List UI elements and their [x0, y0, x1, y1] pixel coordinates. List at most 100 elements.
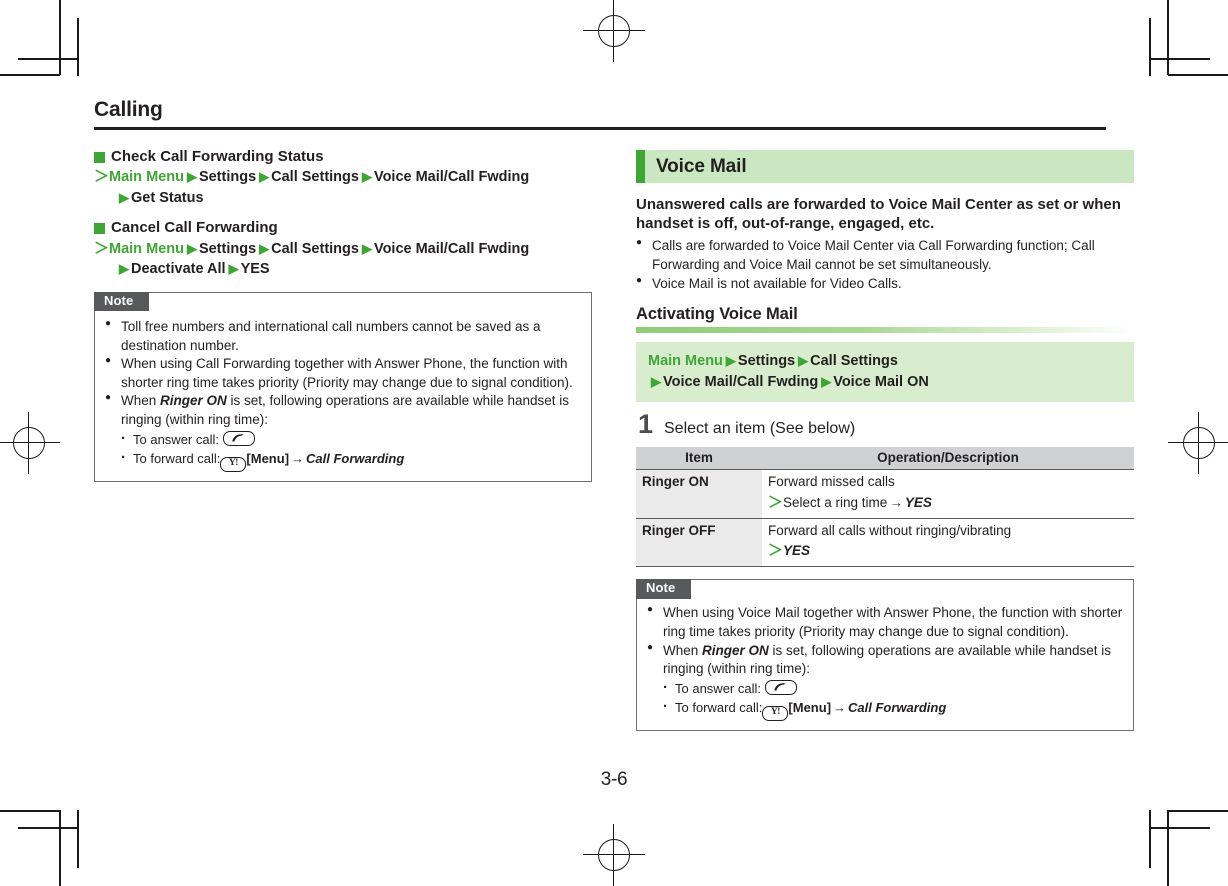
nav-call-settings[interactable]: Call Settings [810, 353, 898, 369]
registration-mark-top [583, 0, 645, 62]
chevron-right-icon: ▶ [361, 240, 372, 256]
note-bullet-ringer-on: When Ringer ON is set, following operati… [647, 641, 1123, 679]
call-key-icon [222, 430, 255, 446]
nav-settings[interactable]: Settings [199, 169, 256, 185]
call-key-icon [764, 679, 797, 695]
crop-mark-bottom-right-v2 [1149, 810, 1151, 868]
registration-mark-right [1168, 412, 1228, 474]
green-square-icon [94, 151, 105, 163]
ringer-on-emphasis: Ringer ON [160, 393, 227, 409]
crop-mark-top-right-v [1167, 0, 1169, 75]
table-cell-description: Forward all calls without ringing/vibrat… [762, 518, 1134, 568]
chevron-right-icon: ▶ [119, 261, 129, 277]
crop-mark-bottom-right-h2 [1150, 827, 1210, 829]
nav-settings[interactable]: Settings [738, 353, 795, 369]
path-start-icon: ＞ [94, 239, 109, 257]
crop-mark-top-left-v [59, 0, 61, 75]
sub-item-label: To forward call: [133, 451, 221, 467]
section-bullet: Voice Mail is not available for Video Ca… [636, 274, 1134, 294]
crop-mark-bottom-right-h [1168, 810, 1228, 812]
chevron-right-icon: ▶ [361, 169, 372, 185]
chevron-right-icon: ▶ [651, 374, 661, 390]
chevron-right-icon: ▶ [119, 189, 129, 205]
sub-item-label: To answer call: [675, 680, 761, 696]
crop-mark-top-left-v2 [77, 18, 79, 76]
note-sub-item-answer: To answer call: [105, 428, 581, 450]
note-bullet: Toll free numbers and international call… [105, 317, 581, 355]
nav-voice-mail-call-fwding[interactable]: Voice Mail/Call Fwding [663, 374, 818, 390]
chevron-right-icon: ▶ [259, 169, 270, 185]
subsection-divider [636, 327, 1134, 334]
page-title: Calling [94, 98, 163, 121]
operation-path-line-1: Main Menu ▶ Settings ▶ Call Settings [648, 351, 1122, 372]
path-start-icon: ＞ [94, 168, 109, 186]
note-sub-item-forward: To forward call:Y![Menu]→Call Forwarding [647, 696, 1123, 722]
note-sub-item-forward: To forward call:Y![Menu]→Call Forwarding [105, 447, 581, 473]
yahoo-key-icon: Y! [762, 706, 789, 722]
nav-voice-mail-call-fwding[interactable]: Voice Mail/Call Fwding [374, 241, 529, 257]
note-bullet: When using Voice Mail together with Answ… [647, 603, 1123, 641]
crop-mark-bottom-left-v2 [77, 810, 79, 868]
step-number: 1 [638, 409, 654, 440]
section-heading-cancel-forwarding: Cancel Call Forwarding [94, 219, 592, 237]
note-label: Note [94, 291, 150, 312]
table-cell-item: Ringer OFF [636, 518, 762, 568]
section-heading-label: Cancel Call Forwarding [111, 219, 278, 237]
banner-title: Voice Mail [656, 155, 747, 177]
nav-path-line-1: ＞Main Menu ▶ Settings ▶ Call Settings ▶ Voice … [94, 166, 592, 188]
nav-yes[interactable]: YES [241, 261, 270, 277]
path-start-icon: ＞ [768, 493, 783, 511]
section-heading-check-status: Check Call Forwarding Status [94, 148, 592, 166]
nav-path-line-1: ＞Main Menu ▶ Settings ▶ Call Settings ▶ Voice … [94, 238, 592, 260]
left-column: Check Call Forwarding Status ＞Main Menu ▶… [94, 148, 592, 483]
call-forwarding-target: Call Forwarding [848, 700, 947, 716]
nav-call-settings[interactable]: Call Settings [271, 241, 359, 257]
crop-mark-top-left-h [0, 74, 60, 76]
section-banner-voice-mail: Voice Mail [636, 150, 1134, 183]
table-header-item: Item [636, 447, 762, 471]
path-start-icon: ＞ [768, 542, 783, 560]
chevron-right-icon: ▶ [186, 169, 197, 185]
ringer-on-emphasis: Ringer ON [702, 642, 769, 658]
step-1: 1 Select an item (See below) [636, 411, 1134, 438]
table-header-row: Item Operation/Description [636, 447, 1134, 471]
chevron-right-icon: ▶ [228, 261, 239, 277]
nav-deactivate-all[interactable]: Deactivate All [131, 261, 226, 277]
nav-main-menu[interactable]: Main Menu [109, 241, 184, 257]
chevron-right-icon: ▶ [798, 353, 809, 369]
note-label: Note [636, 579, 692, 599]
nav-voice-mail-call-fwding[interactable]: Voice Mail/Call Fwding [374, 169, 529, 185]
nav-main-menu[interactable]: Main Menu [648, 353, 723, 369]
crop-mark-bottom-right-v [1167, 810, 1169, 886]
desc-target: YES [904, 494, 932, 510]
nav-main-menu[interactable]: Main Menu [109, 169, 184, 185]
subsection-title: Activating Voice Mail [636, 305, 798, 324]
section-lead-paragraph: Unanswered calls are forwarded to Voice … [636, 196, 1121, 233]
chevron-right-icon: ▶ [259, 240, 270, 256]
note-box-left: Note Toll free numbers and international… [94, 291, 592, 483]
note-content: Toll free numbers and international call… [105, 301, 581, 473]
section-bullets: Calls are forwarded to Voice Mail Center… [636, 236, 1134, 294]
menu-key-label: [Menu] [788, 700, 832, 716]
note-sub-item-answer: To answer call: [647, 677, 1123, 699]
arrow-right-icon: → [833, 700, 847, 716]
header-divider [94, 127, 1106, 130]
desc-target: YES [783, 543, 811, 559]
sub-item-label: To forward call: [675, 700, 763, 716]
green-square-icon [94, 223, 105, 235]
nav-call-settings[interactable]: Call Settings [271, 169, 359, 185]
note-bullet-ringer-on: When Ringer ON is set, following operati… [105, 391, 581, 429]
manual-page: Calling Check Call Forwarding Status ＞Ma… [0, 0, 1228, 886]
nav-voice-mail-on[interactable]: Voice Mail ON [833, 374, 929, 390]
desc-line-2: ＞Select a ring time → YES [768, 492, 1128, 513]
nav-settings[interactable]: Settings [199, 241, 256, 257]
table-row: Ringer OFF Forward all calls without rin… [636, 518, 1134, 568]
chevron-right-icon: ▶ [186, 240, 197, 256]
nav-get-status[interactable]: Get Status [131, 190, 204, 206]
registration-mark-bottom [583, 824, 645, 886]
nav-path-line-2: ▶ Get Status [94, 188, 592, 209]
arrow-right-icon: → [889, 494, 903, 510]
crop-mark-top-right-h [1168, 74, 1228, 76]
crop-mark-top-left-h2 [18, 58, 78, 60]
banner-accent-bar [636, 150, 645, 183]
